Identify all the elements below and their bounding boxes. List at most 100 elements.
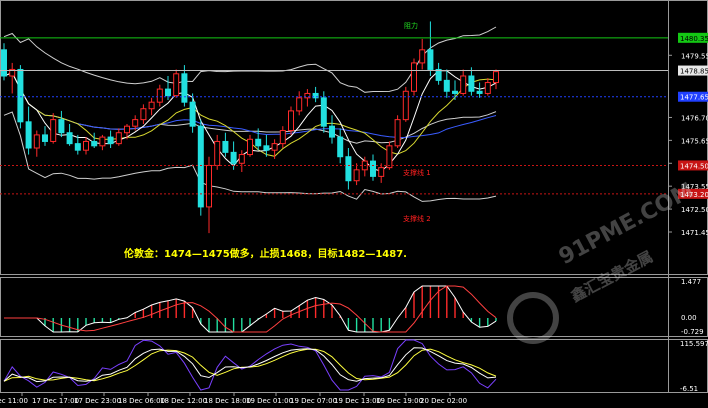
candle-bull [148,101,155,110]
candle-bear [452,90,458,94]
price-tick-label: 1471.45 [681,229,708,237]
pane-frame [0,0,708,275]
time-tick-label: 18 Dec 18:00 [204,397,251,405]
macd-axis-label: -0.729 [681,328,704,336]
candle-bear [255,138,262,147]
candle-bull [156,88,163,103]
candle-bull [124,125,130,134]
candle-bear [66,132,73,145]
candle-bear [181,73,188,103]
candle-bear [230,151,237,164]
time-tick-label: 19 Dec 07:00 [290,397,337,405]
trade-annotation: 伦敦金：1474—1475做多，止损1468，目标1482—1487. [124,249,407,260]
level-lines [0,37,668,195]
candle-bear [189,101,196,127]
kdj-axis-label: 115.5978 [680,340,708,348]
candle-bull [115,132,122,145]
macd-axis-label: 1.477 [681,278,701,286]
pane-frame [0,339,708,393]
kdj-axis-label: -6.51 [680,385,698,393]
candle-bull [288,110,294,132]
candle-bear [74,143,81,151]
candle-bear [263,145,270,151]
macd-axis-label: 0.00 [681,314,697,322]
candle-bear [107,136,114,145]
time-tick-label: 18 Dec 06:00 [118,397,165,405]
candle-bull [484,82,491,94]
kdj-pane: 115.5978 -6.51 [3,339,708,393]
candle-bull [402,90,409,121]
candle-bear [345,156,352,182]
trading-chart[interactable]: 阻力 支撑线 1 支撑线 2 1479.55 1476.70 1475.65 1474… [0,0,708,408]
candle-bull [238,154,245,164]
candle-bear [337,136,344,158]
candle-bull [173,73,180,97]
candle-bear [197,125,204,208]
candle-bull [271,143,278,151]
time-tick-label: Dec 11:00 [0,397,28,405]
candle-bear [329,125,335,138]
candle-bear [165,88,171,97]
candle-bear [476,90,483,94]
candle-bear [222,140,229,153]
candle-bear [1,49,7,77]
candle-bull [493,71,499,84]
candle-bull [279,130,286,145]
price-tag-label: 1478.85 [680,68,708,76]
ma-blue-line [3,72,497,139]
candle-bear [443,79,450,92]
candle-bull [296,97,303,112]
time-axis: Dec 11:0017 Dec 17:0017 Dec 23:0018 Dec … [0,392,467,405]
candle-bull [206,164,212,208]
kdj-d-line [3,348,497,382]
price-tag-label: 1477.65 [680,94,708,102]
time-tick-label: 17 Dec 23:00 [74,397,121,405]
candle-bull [394,119,401,147]
candle-bull [140,108,147,121]
candle-bull [460,75,467,94]
candle-bear [468,75,475,92]
candle-bear [17,68,24,123]
support-2-label: 支撑线 2 [403,214,431,223]
kdj-k-line [3,347,497,383]
time-tick-label: 18 Dec 12:00 [160,397,207,405]
support-1-label: 支撑线 1 [403,168,431,177]
price-tag-label: 1473.20 [680,191,708,199]
candle-bear [58,119,65,134]
time-tick-label: 19 Dec 13:00 [334,397,381,405]
price-tick-label: 1479.55 [681,52,708,60]
candle-bull [419,49,426,64]
price-tick-label: 1472.50 [681,206,708,214]
pane-frames [0,0,708,393]
price-axis: 1479.551476.701475.651474.601473.551472.… [668,32,708,237]
time-tick-label: 20 Dec 02:00 [420,397,467,405]
price-tag-label: 1474.50 [680,162,708,170]
macd-pane: 1.477 0.00 -0.729 [4,278,704,336]
candle-bear [91,140,98,147]
time-tick-label: 19 Dec 01:00 [246,397,293,405]
candle-bear [42,134,48,142]
candle-bull [411,62,417,92]
price-pane[interactable] [1,21,499,234]
candle-bull [353,169,360,182]
candle-bull [99,136,106,147]
price-tick-label: 1476.70 [681,114,708,122]
price-tick-label: 1475.65 [681,137,708,145]
candle-bear [435,68,442,81]
time-tick-label: 19 Dec 19:00 [376,397,423,405]
candle-bear [370,160,376,177]
resistance-label: 阻力 [404,21,418,30]
candle-bull [214,140,221,166]
candle-bull [378,167,385,177]
time-tick-label: 17 Dec 17:00 [32,397,79,405]
candle-bull [33,134,40,149]
candle-bear [320,97,327,127]
candle-bull [83,140,89,151]
candle-bull [50,119,57,142]
candle-bear [25,121,32,149]
candle-bull [247,138,253,156]
candle-bear [427,49,434,70]
price-tag-label: 1480.35 [680,35,708,43]
candle-bull [386,145,393,169]
candle-bull [132,119,139,127]
